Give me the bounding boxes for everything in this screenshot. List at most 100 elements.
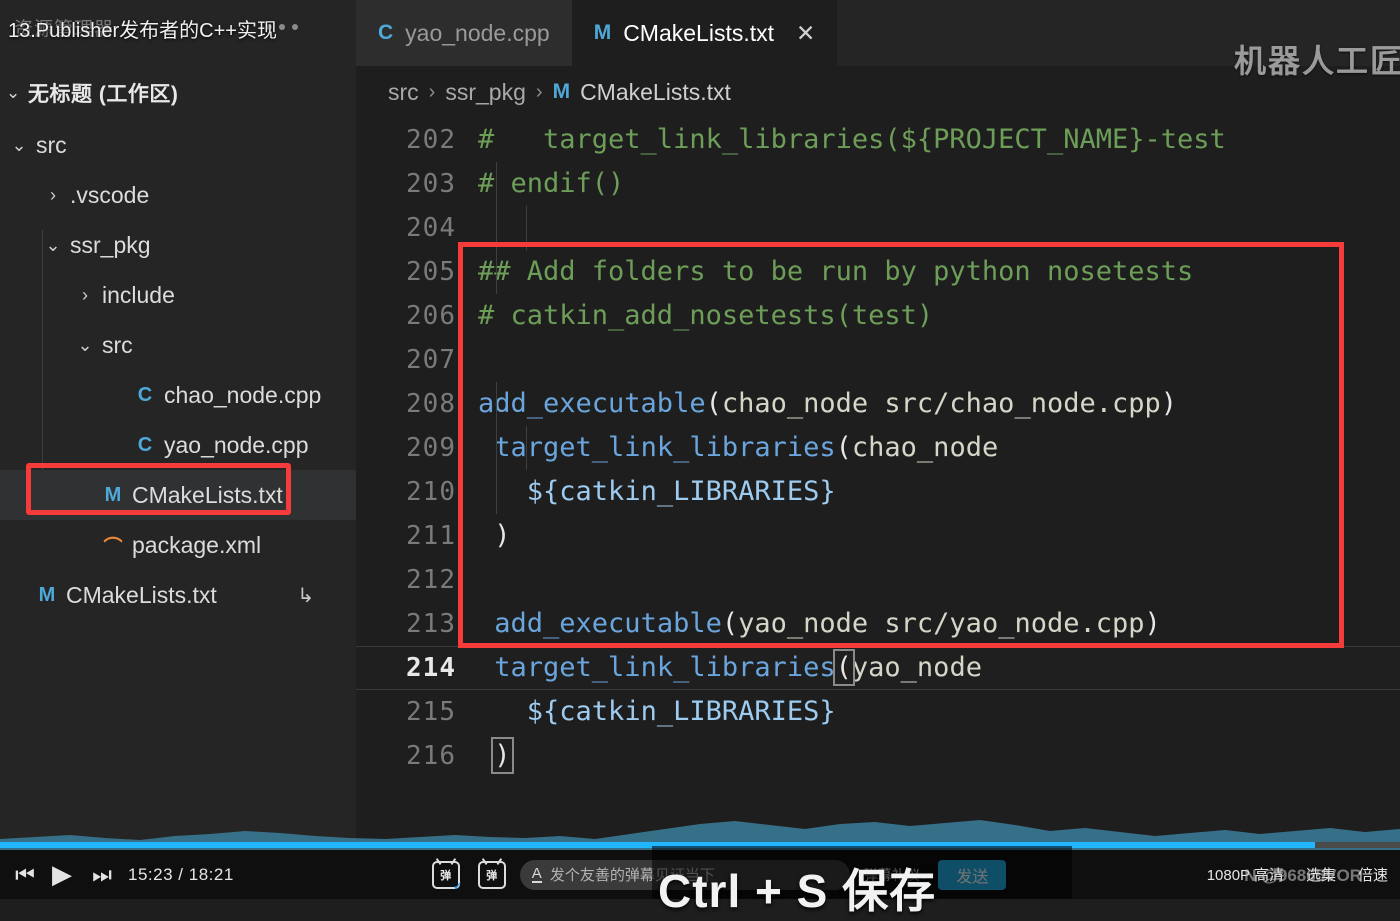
line-number: 216 <box>406 741 456 771</box>
tree-item-label: src <box>36 131 67 158</box>
tree-item-cmakelists-txt[interactable]: M CMakeLists.txt <box>0 470 356 520</box>
editor-tab-cmakelists-txt[interactable]: M CMakeLists.txt ✕ <box>571 0 838 66</box>
text-format-icon[interactable]: A <box>531 866 542 883</box>
modified-indicator-icon: ↳ <box>297 584 314 607</box>
line-number: 202 <box>406 125 456 155</box>
tree-item-src[interactable]: ⌄ src <box>0 120 356 170</box>
code-indent-guide <box>526 206 527 250</box>
cpp-file-icon: C <box>378 21 394 44</box>
code-content[interactable]: 202 # target_link_libraries(${PROJECT_NAM… <box>356 118 1400 818</box>
code-token: ( <box>835 432 852 463</box>
code-line[interactable]: 212 <box>356 558 1400 602</box>
code-token: # endif() <box>478 168 625 199</box>
code-token: # catkin_add_nosetests(test) <box>478 300 934 331</box>
code-token: target_link_libraries <box>494 432 836 463</box>
bracket-match-highlight: ) <box>491 737 514 774</box>
tree-item-label: ssr_pkg <box>70 231 151 258</box>
code-line[interactable]: 215 ${catkin_LIBRARIES} <box>356 690 1400 734</box>
xml-file-icon: ⌒ <box>103 536 123 558</box>
code-line[interactable]: 204 <box>356 206 1400 250</box>
code-text: ${catkin_LIBRARIES} <box>478 690 836 734</box>
line-number: 206 <box>406 301 456 331</box>
next-button[interactable]: ⏭ <box>82 862 122 888</box>
chevron-right-icon-2: › <box>535 80 543 103</box>
channel-watermark: 机器人工匠 <box>1233 43 1400 79</box>
cmake-file-icon: M <box>38 583 56 606</box>
play-button[interactable]: ▶ <box>42 859 82 890</box>
code-token: add_executable <box>494 608 722 639</box>
time-current: 15:23 <box>128 864 174 884</box>
code-line[interactable]: 210 ${catkin_LIBRARIES} <box>356 470 1400 514</box>
more-actions-icon[interactable] <box>266 24 344 30</box>
tree-item-include[interactable]: › include <box>0 270 356 320</box>
tree-item-src[interactable]: ⌄ src <box>0 320 356 370</box>
code-line[interactable]: 203 # endif() <box>356 162 1400 206</box>
line-number: 203 <box>406 169 456 199</box>
code-line[interactable]: 206 # catkin_add_nosetests(test) <box>356 294 1400 338</box>
chevron-right-icon[interactable]: › <box>72 285 98 306</box>
breadcrumb-src[interactable]: src <box>388 79 419 106</box>
code-token: yao_node <box>851 652 982 683</box>
code-text: add_executable(yao_node src/yao_node.cpp… <box>478 602 1161 646</box>
line-number: 208 <box>406 389 456 419</box>
cpp-file-icon: C <box>137 383 153 406</box>
chevron-down-icon[interactable]: ⌄ <box>6 135 32 156</box>
code-text: # catkin_add_nosetests(test) <box>478 294 933 338</box>
code-text: ) <box>478 734 514 778</box>
danmaku-toggle-icon[interactable]: 弹 ✓ <box>431 860 463 893</box>
previous-button[interactable]: ⏮ <box>8 862 42 888</box>
tab-label: CMakeLists.txt <box>623 19 775 46</box>
code-indent-guide <box>526 426 527 470</box>
tree-item--vscode[interactable]: › .vscode <box>0 170 356 220</box>
chevron-down-icon: ⌄ <box>6 83 21 102</box>
line-number: 211 <box>406 521 456 551</box>
tree-item-label: yao_node.cpp <box>164 431 309 458</box>
code-line[interactable]: 207 <box>356 338 1400 382</box>
tree-item-label: include <box>102 281 175 308</box>
code-line[interactable]: 213 add_executable(yao_node src/yao_node… <box>356 602 1400 646</box>
tree-item-chao-node-cpp[interactable]: Cchao_node.cpp <box>0 370 356 420</box>
tree-item-package-xml[interactable]: ⌒ package.xml <box>0 520 356 570</box>
chevron-down-icon[interactable]: ⌄ <box>40 235 66 256</box>
code-line[interactable]: 211 ) <box>356 514 1400 558</box>
code-token: chao_node <box>851 432 999 463</box>
explorer-sidebar: 资源管理器 ⌄ 无标题 (工作区) ⌄ src › .vscode ⌄ ssr_pkg › i… <box>0 0 356 860</box>
chevron-down-icon[interactable]: ⌄ <box>72 335 98 356</box>
cmake-file-icon: M <box>104 483 122 506</box>
code-token: ) <box>1160 388 1178 419</box>
code-line[interactable]: 205 ## Add folders to be run by python no… <box>356 250 1400 294</box>
vscode-window: 资源管理器 ⌄ 无标题 (工作区) ⌄ src › .vscode ⌄ ssr_pkg › i… <box>0 0 1400 860</box>
code-line[interactable]: 208 add_executable(chao_node src/chao_nod… <box>356 382 1400 426</box>
code-line[interactable]: 202 # target_link_libraries(${PROJECT_NAM… <box>356 118 1400 162</box>
breadcrumb-ssr-pkg[interactable]: ssr_pkg <box>445 79 526 106</box>
tree-item-ssr-pkg[interactable]: ⌄ ssr_pkg <box>0 220 356 270</box>
code-text: add_executable(chao_node src/chao_node.c… <box>478 382 1177 426</box>
workspace-root[interactable]: ⌄ 无标题 (工作区) <box>6 74 354 112</box>
close-icon[interactable]: ✕ <box>796 20 815 47</box>
cpp-file-icon: C <box>137 433 153 456</box>
video-subtitle: Ctrl + S 保存 <box>658 865 937 917</box>
breadcrumb-file[interactable]: CMakeLists.txt <box>580 79 731 106</box>
code-line[interactable]: 209 target_link_libraries(chao_node <box>356 426 1400 470</box>
code-token: # target_link_libraries(${PROJECT_NAME}-… <box>478 124 1226 155</box>
cmake-file-icon: M <box>552 80 571 103</box>
code-line[interactable]: 214 target_link_libraries(yao_node <box>356 646 1400 690</box>
time-total: 18:21 <box>188 864 234 884</box>
danmaku-settings-icon[interactable]: 弹 <box>477 860 506 889</box>
tree-item-yao-node-cpp[interactable]: Cyao_node.cpp <box>0 420 356 470</box>
video-title-overlay: 13.Publisher发布者的C++实现 <box>8 20 277 42</box>
speed-button[interactable]: 倍速 <box>1358 864 1388 885</box>
tree-item-cmakelists-txt[interactable]: M CMakeLists.txt ↳ <box>0 570 356 620</box>
chevron-right-icon[interactable]: › <box>40 185 66 206</box>
chevron-right-icon: › <box>428 80 436 103</box>
line-number: 205 <box>406 257 456 287</box>
editor-tab-yao-node-cpp[interactable]: Cyao_node.cpp <box>356 0 572 66</box>
bottom-watermark: N @96865VOR <box>1244 866 1362 885</box>
code-line[interactable]: 216 ) <box>356 734 1400 778</box>
line-number: 209 <box>406 433 456 463</box>
line-number: 213 <box>406 609 456 639</box>
